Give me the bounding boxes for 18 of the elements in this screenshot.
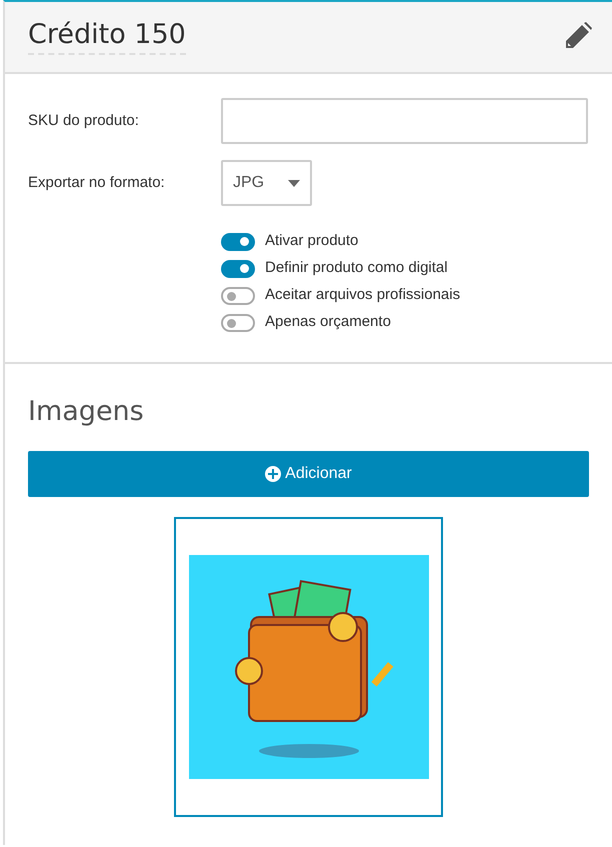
sku-input[interactable] — [221, 98, 588, 144]
field-label: Exportar no formato: — [28, 172, 166, 193]
toggle-switch[interactable] — [221, 260, 255, 278]
toggle-label: Apenas orçamento — [265, 312, 391, 332]
image-thumbnail[interactable] — [174, 516, 443, 816]
plus-circle-icon — [265, 466, 282, 482]
field-label: SKU do produto: — [28, 110, 140, 131]
add-image-button[interactable]: Adicionar — [28, 450, 589, 496]
toggle-label: Aceitar arquivos profissionais — [265, 285, 460, 306]
toggle-label: Definir produto como digital — [265, 258, 448, 278]
toggle-switch[interactable] — [221, 232, 255, 250]
product-title[interactable]: Crédito 150 — [28, 19, 186, 55]
toggle-label: Ativar produto — [265, 231, 358, 252]
toggle-switch[interactable] — [221, 314, 255, 332]
section-title: Imagens — [28, 395, 145, 429]
toggle-switch[interactable] — [221, 286, 255, 304]
format-select[interactable]: JPG — [221, 160, 312, 206]
caret-icon — [288, 180, 300, 186]
